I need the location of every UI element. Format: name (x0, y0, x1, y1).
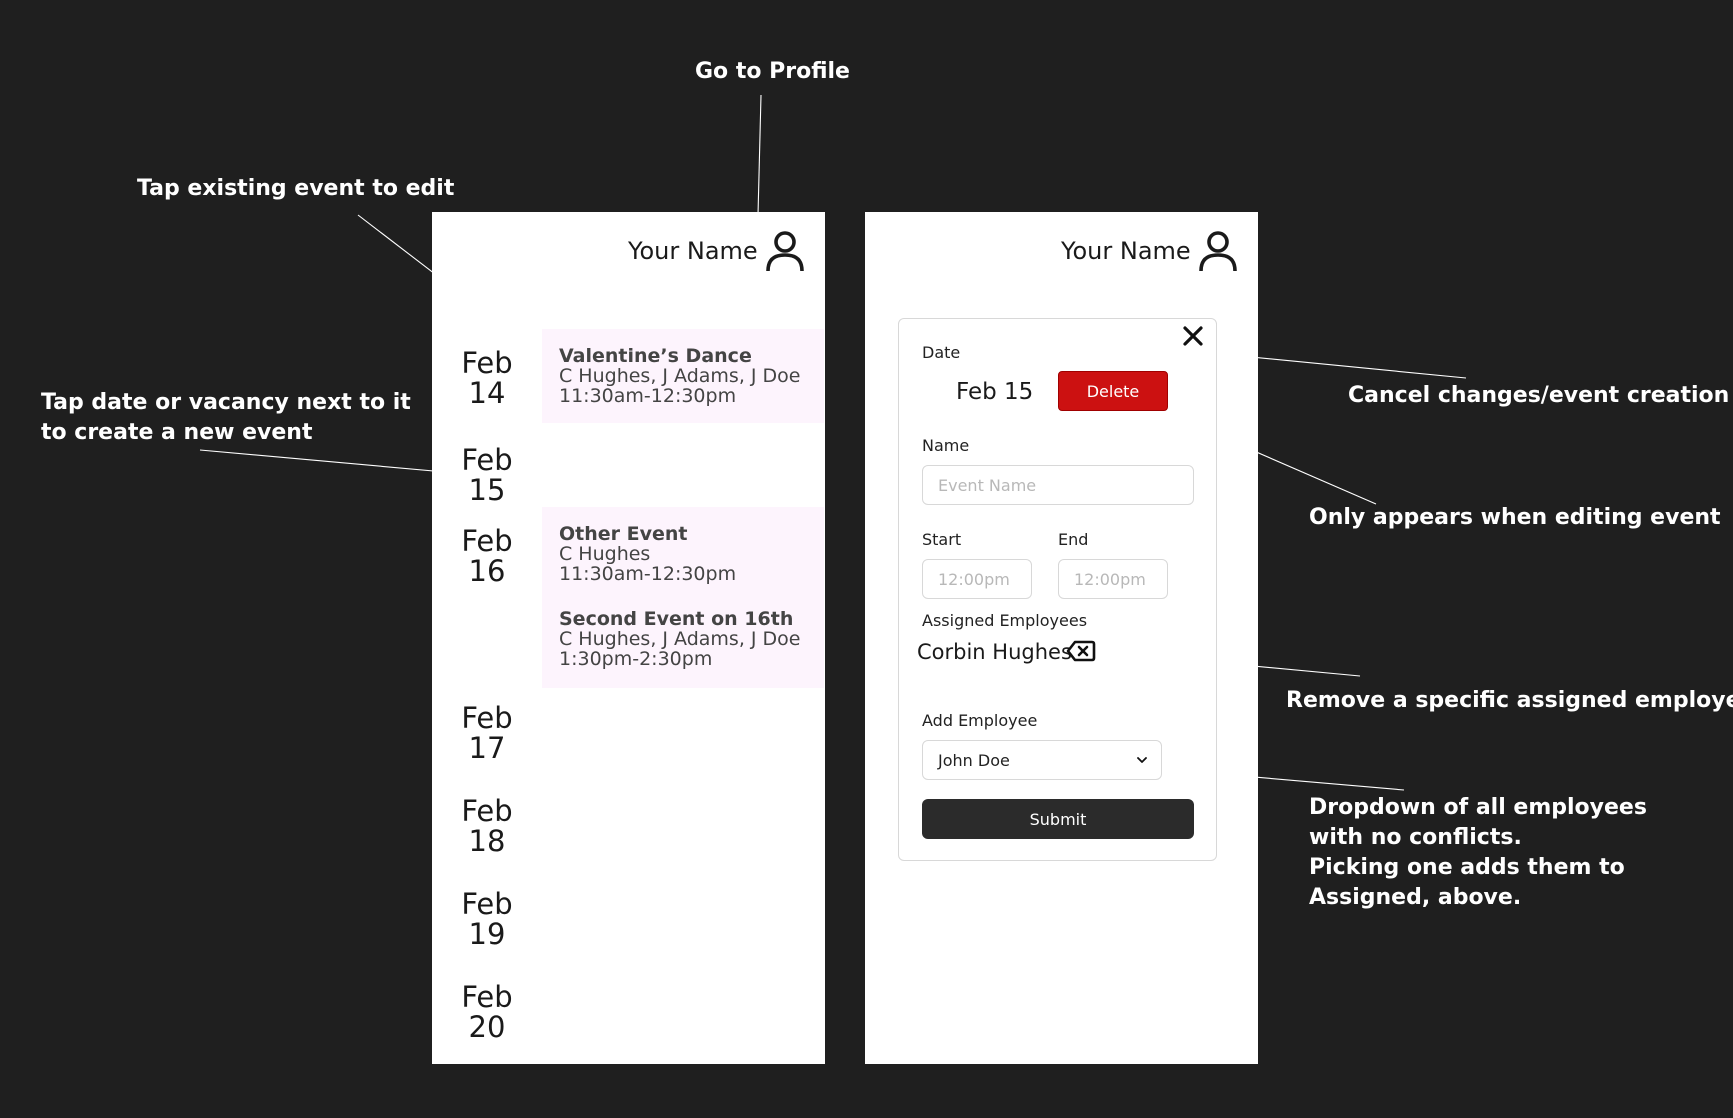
event-title: Other Event (559, 523, 688, 545)
end-field-label: End (1058, 530, 1089, 549)
chevron-down-icon (1137, 757, 1147, 763)
assigned-employees-label: Assigned Employees (922, 611, 1088, 630)
date-day: 15 (468, 473, 506, 507)
date-month: Feb (461, 887, 513, 921)
date-day: 17 (468, 731, 506, 765)
person-icon[interactable] (765, 229, 805, 273)
assigned-employee-name: Corbin Hughes (917, 640, 1072, 664)
annotation-remove-note: Remove a specific assigned employee (1286, 688, 1733, 713)
event-time: 1:30pm-2:30pm (559, 648, 713, 670)
event-time: 11:30am-12:30pm (559, 385, 737, 407)
date-label-feb16[interactable]: Feb 16 (460, 526, 514, 586)
date-day: 20 (468, 1010, 506, 1044)
annotation-tap-existing: Tap existing event to edit (137, 176, 455, 201)
date-label-feb20[interactable]: Feb 20 (460, 982, 514, 1042)
add-employee-label: Add Employee (922, 711, 1038, 730)
event-people: C Hughes, J Adams, J Doe (559, 365, 801, 387)
annotation-dropdown: Dropdown of all employees with no confli… (1309, 793, 1647, 913)
event-other-event[interactable]: Other Event C Hughes 11:30am-12:30pm (559, 524, 736, 584)
annotation-tap-date: Tap date or vacancy next to it to create… (41, 388, 411, 448)
event-people: C Hughes, J Adams, J Doe (559, 628, 801, 650)
event-time: 11:30am-12:30pm (559, 563, 737, 585)
annotation-delete-note: Only appears when editing event (1309, 505, 1721, 530)
date-label-feb15[interactable]: Feb 15 (460, 445, 514, 505)
add-employee-select[interactable]: John Doe (922, 740, 1162, 780)
person-icon[interactable] (1198, 229, 1238, 273)
date-day: 19 (468, 917, 506, 951)
annotation-cancel: Cancel changes/event creation (1348, 383, 1730, 408)
end-time-input[interactable]: 12:00pm (1058, 559, 1168, 599)
start-time-input[interactable]: 12:00pm (922, 559, 1032, 599)
start-field-label: Start (922, 530, 962, 549)
annotation-line: with no conflicts. (1309, 825, 1522, 850)
date-day: 16 (468, 554, 506, 588)
date-label-feb14[interactable]: Feb 14 (460, 348, 514, 408)
date-month: Feb (461, 794, 513, 828)
event-people: C Hughes (559, 543, 651, 565)
user-name[interactable]: Your Name (628, 236, 758, 266)
date-month: Feb (461, 980, 513, 1014)
annotation-line: Dropdown of all employees (1309, 795, 1647, 820)
date-label-feb18[interactable]: Feb 18 (460, 796, 514, 856)
date-value: Feb 15 (956, 379, 1034, 405)
backspace-remove-icon[interactable] (1066, 640, 1096, 662)
event-valentines-dance[interactable]: Valentine’s Dance C Hughes, J Adams, J D… (559, 346, 801, 406)
user-name[interactable]: Your Name (1061, 236, 1191, 266)
date-day: 18 (468, 824, 506, 858)
date-label-feb19[interactable]: Feb 19 (460, 889, 514, 949)
submit-button[interactable]: Submit (922, 799, 1194, 839)
delete-button[interactable]: Delete (1058, 371, 1168, 411)
date-month: Feb (461, 524, 513, 558)
annotation-line: Tap date or vacancy next to it (41, 390, 411, 415)
date-month: Feb (461, 701, 513, 735)
annotation-line: Picking one adds them to (1309, 855, 1625, 880)
date-month: Feb (461, 346, 513, 380)
close-icon[interactable] (1182, 325, 1204, 347)
date-day: 14 (468, 376, 506, 410)
event-title: Second Event on 16th (559, 608, 794, 630)
date-field-label: Date (922, 343, 961, 362)
annotation-go-to-profile: Go to Profile (695, 59, 850, 84)
event-title: Valentine’s Dance (559, 345, 752, 367)
name-field-label: Name (922, 436, 970, 455)
event-second-event[interactable]: Second Event on 16th C Hughes, J Adams, … (559, 609, 801, 669)
event-name-input[interactable]: Event Name (922, 465, 1194, 505)
annotation-line: Assigned, above. (1309, 885, 1522, 910)
date-month: Feb (461, 443, 513, 477)
annotation-line: to create a new event (41, 420, 313, 445)
date-label-feb17[interactable]: Feb 17 (460, 703, 514, 763)
